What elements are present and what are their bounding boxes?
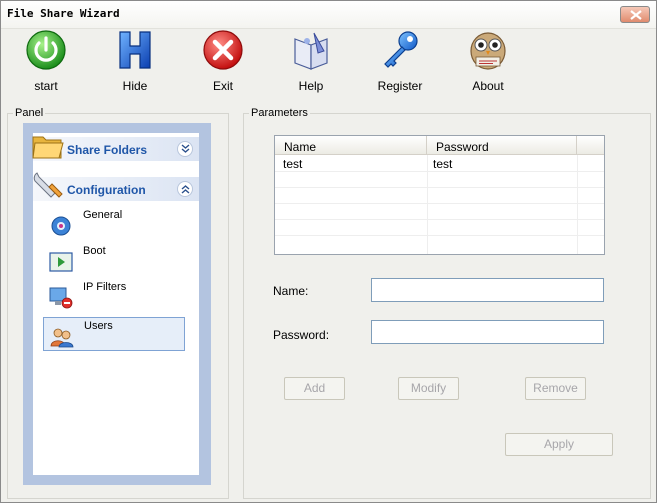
nav-item-general[interactable]: General bbox=[43, 207, 185, 241]
nav-item-boot[interactable]: Boot bbox=[43, 243, 185, 277]
close-icon bbox=[630, 10, 642, 20]
nav-item-users[interactable]: Users bbox=[43, 317, 185, 351]
hide-button[interactable]: Hide bbox=[100, 29, 170, 97]
toolbar: start Hide Exit Help Register About bbox=[1, 29, 656, 99]
collapse-chevron-button[interactable] bbox=[177, 181, 193, 197]
users-table-header: Name Password bbox=[275, 136, 604, 155]
table-row-empty bbox=[275, 172, 604, 188]
column-header-name[interactable]: Name bbox=[275, 136, 427, 155]
table-cell-password: test bbox=[433, 157, 453, 171]
about-button[interactable]: About bbox=[453, 29, 523, 97]
column-header-password[interactable]: Password bbox=[427, 136, 577, 155]
modify-button[interactable]: Modify bbox=[398, 377, 459, 400]
wrench-icon bbox=[33, 172, 63, 198]
start-label: start bbox=[34, 79, 58, 93]
navigation-list: Share Folders Configuration General Boot… bbox=[32, 133, 199, 475]
folder-icon bbox=[32, 136, 64, 159]
register-label: Register bbox=[377, 79, 423, 93]
window-close-button[interactable] bbox=[620, 6, 650, 23]
nav-item-general-label: General bbox=[83, 209, 123, 221]
users-table[interactable]: Name Password test test bbox=[274, 135, 605, 255]
ip-filter-icon bbox=[49, 287, 73, 309]
help-book-icon bbox=[294, 32, 328, 70]
help-label: Help bbox=[298, 79, 324, 93]
table-cell-name: test bbox=[283, 157, 303, 171]
about-label: About bbox=[472, 79, 504, 93]
window-title: File Share Wizard bbox=[7, 7, 120, 20]
section-configuration[interactable]: Configuration bbox=[33, 172, 199, 201]
gear-icon bbox=[51, 216, 71, 236]
register-button[interactable]: Register bbox=[365, 29, 435, 97]
start-button[interactable]: start bbox=[11, 29, 81, 97]
power-icon bbox=[26, 30, 66, 70]
password-input[interactable] bbox=[371, 320, 604, 344]
chevron-down-icon bbox=[181, 144, 190, 153]
exit-label: Exit bbox=[212, 79, 233, 93]
readme-owl-icon bbox=[470, 32, 506, 70]
chevron-up-icon bbox=[181, 185, 190, 194]
apply-button[interactable]: Apply bbox=[505, 433, 613, 456]
users-icon bbox=[50, 328, 74, 348]
table-row-empty bbox=[275, 188, 604, 204]
section-share-folders[interactable]: Share Folders bbox=[32, 136, 199, 161]
name-label: Name: bbox=[273, 284, 309, 298]
add-button[interactable]: Add bbox=[284, 377, 345, 400]
file-share-wizard-window: File Share Wizard start Hide Exit Help R… bbox=[0, 0, 657, 503]
section-share-folders-label: Share Folders bbox=[67, 143, 148, 157]
boot-window-icon bbox=[49, 252, 73, 272]
table-row[interactable]: test test bbox=[275, 156, 604, 172]
exit-button[interactable]: Exit bbox=[188, 29, 258, 97]
name-input[interactable] bbox=[371, 278, 604, 302]
parameters-group-title: Parameters bbox=[249, 107, 310, 119]
nav-item-ip-filters-label: IP Filters bbox=[83, 281, 127, 293]
hide-label: Hide bbox=[122, 79, 148, 93]
nav-item-boot-label: Boot bbox=[83, 245, 106, 257]
remove-button[interactable]: Remove bbox=[525, 377, 586, 400]
h-letter-icon bbox=[119, 31, 151, 69]
navigation-panel: Share Folders Configuration General Boot… bbox=[23, 123, 211, 485]
expand-chevron-button[interactable] bbox=[177, 141, 193, 157]
section-configuration-label: Configuration bbox=[67, 183, 146, 197]
nav-item-users-label: Users bbox=[84, 320, 113, 332]
title-bar: File Share Wizard bbox=[1, 1, 656, 29]
panel-group-title: Panel bbox=[13, 107, 46, 119]
help-button[interactable]: Help bbox=[276, 29, 346, 97]
key-icon bbox=[384, 31, 418, 68]
password-label: Password: bbox=[273, 328, 330, 342]
table-row-empty bbox=[275, 220, 604, 236]
table-row-empty bbox=[275, 204, 604, 220]
nav-item-ip-filters[interactable]: IP Filters bbox=[43, 279, 185, 313]
close-x-icon bbox=[203, 30, 243, 70]
